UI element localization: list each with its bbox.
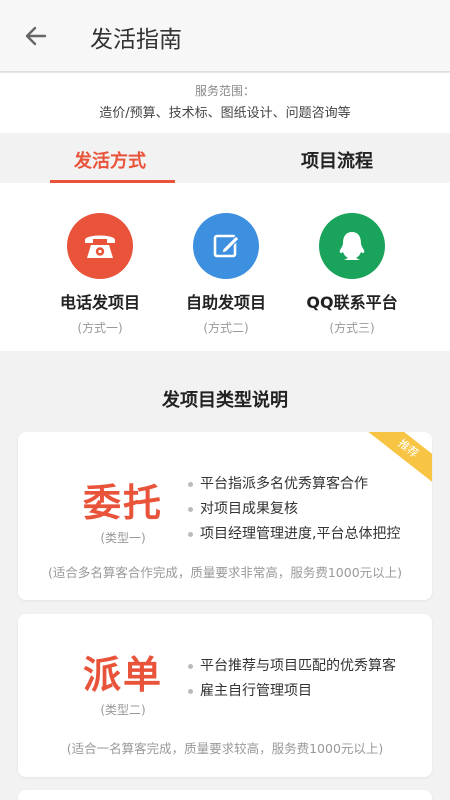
type-sub: (类型一) [100, 531, 146, 545]
feature-item: 雇主自行管理项目 [188, 679, 396, 704]
page-title: 发活指南 [90, 27, 182, 53]
arrow-left-icon [25, 26, 47, 46]
method-qq-label: QQ联系平台 [306, 293, 398, 312]
feature-list: 平台指派多名优秀算客合作 对项目成果复核 项目经理管理进度,平台总体把控 [188, 472, 400, 547]
app-header: 发活指南 [0, 0, 450, 72]
method-phone-sub: (方式一) [77, 321, 123, 335]
type-sub: (类型二) [100, 703, 146, 717]
tab-bar: 发活方式 项目流程 [0, 133, 450, 183]
publish-methods: 电话发项目 (方式一) 自助发项目 (方式二) QQ联系平台 (方式三) [0, 183, 450, 351]
tab-project-flow[interactable]: 项目流程 [301, 147, 373, 173]
type-word: 委托 [82, 481, 163, 525]
method-phone[interactable]: 电话发项目 (方式一) [30, 213, 170, 336]
feature-item: 项目经理管理进度,平台总体把控 [188, 522, 400, 547]
type-card-title: 派单 (类型二) [48, 644, 198, 718]
phone-icon [67, 213, 133, 279]
edit-icon [193, 213, 259, 279]
service-scope: 服务范围： 造价/预算、技术标、图纸设计、问题咨询等 [0, 73, 450, 133]
back-button[interactable] [20, 20, 52, 52]
type-card-partial[interactable] [18, 790, 432, 800]
feature-item: 平台推荐与项目匹配的优秀算客 [188, 654, 396, 679]
method-phone-label: 电话发项目 [59, 293, 140, 312]
type-card-commission[interactable]: 推荐 委托 (类型一) 平台指派多名优秀算客合作 对项目成果复核 项目经理管理进… [18, 432, 432, 600]
feature-list: 平台推荐与项目匹配的优秀算客 雇主自行管理项目 [188, 654, 396, 704]
method-qq-sub: (方式三) [329, 321, 375, 335]
type-note: (适合多名算客合作完成，质量要求非常高，服务费1000元以上) [47, 565, 403, 580]
service-scope-text: 造价/预算、技术标、图纸设计、问题咨询等 [99, 106, 351, 121]
feature-item: 平台指派多名优秀算客合作 [188, 472, 400, 497]
type-word: 派单 [82, 653, 163, 697]
type-card-dispatch[interactable]: 派单 (类型二) 平台推荐与项目匹配的优秀算客 雇主自行管理项目 (适合一名算客… [18, 614, 432, 777]
method-self-service[interactable]: 自助发项目 (方式二) [156, 213, 296, 336]
section-title: 发项目类型说明 [162, 390, 288, 411]
type-note: (适合一名算客完成，质量要求较高，服务费1000元以上) [66, 741, 384, 756]
service-scope-label: 服务范围： [194, 84, 255, 98]
feature-item: 对项目成果复核 [188, 497, 400, 522]
method-self-service-sub: (方式二) [203, 321, 249, 335]
method-qq[interactable]: QQ联系平台 (方式三) [282, 213, 422, 336]
tab-publish-methods[interactable]: 发活方式 [74, 147, 146, 173]
qq-icon [319, 213, 385, 279]
type-card-title: 委托 (类型一) [48, 472, 198, 546]
method-self-service-label: 自助发项目 [185, 293, 266, 312]
